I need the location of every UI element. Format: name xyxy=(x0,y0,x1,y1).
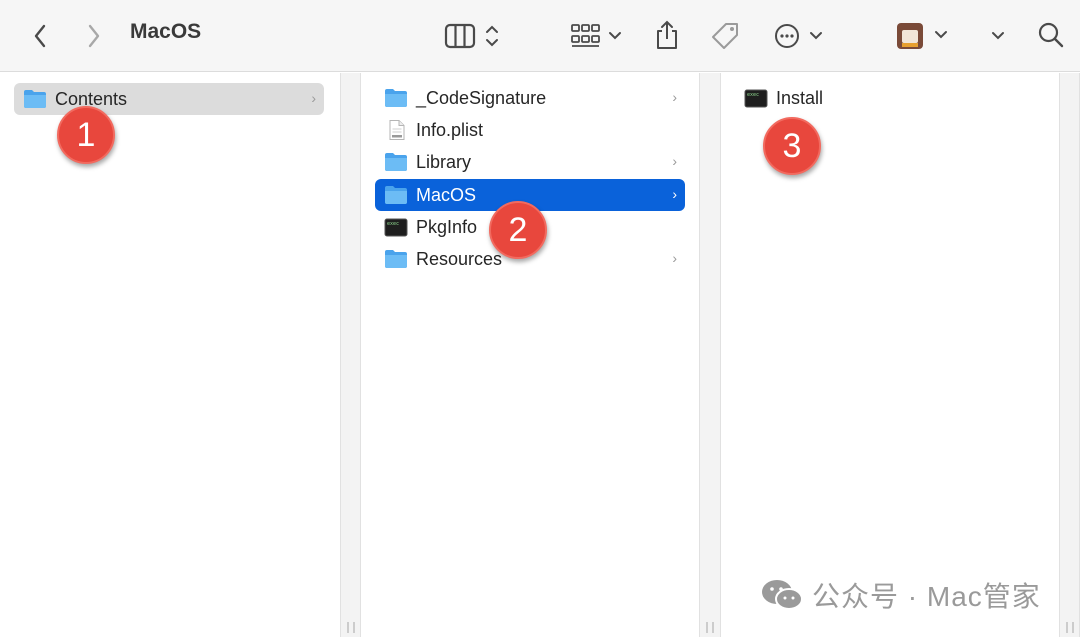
search-icon[interactable] xyxy=(1036,20,1066,50)
terminal-exec-icon: exec xyxy=(744,89,768,108)
forward-icon[interactable] xyxy=(80,22,108,50)
list-item-label: PkgInfo xyxy=(416,216,478,237)
column-1[interactable]: Contents › xyxy=(0,73,340,637)
list-item-contents[interactable]: Contents › xyxy=(14,83,324,115)
watermark: 公众号 · Mac管家 xyxy=(760,575,1041,615)
list-item-codesignature[interactable]: _CodeSignature › xyxy=(375,82,685,114)
resize-handle[interactable] xyxy=(706,622,714,633)
chevron-right-icon: › xyxy=(672,153,677,169)
window-title: MacOS xyxy=(130,20,202,43)
column-divider[interactable] xyxy=(1059,73,1080,637)
chevron-down-icon[interactable] xyxy=(986,24,1010,48)
list-item-label: Info.plist xyxy=(416,119,484,140)
list-item-label: Library xyxy=(416,151,472,172)
svg-text:exec: exec xyxy=(747,92,759,98)
group-icon[interactable] xyxy=(568,21,628,51)
list-item-label: Resources xyxy=(416,248,503,269)
back-icon[interactable] xyxy=(26,22,54,50)
column-2[interactable]: _CodeSignature › Info.plist Library › Ma… xyxy=(361,73,699,637)
tag-icon[interactable] xyxy=(708,20,742,52)
step-badge-2: 2 xyxy=(489,201,547,259)
share-icon[interactable] xyxy=(652,18,682,52)
chevron-right-icon: › xyxy=(672,186,677,202)
list-item-label: MacOS xyxy=(416,184,477,205)
folder-icon xyxy=(385,186,407,204)
chevron-right-icon: › xyxy=(672,250,677,266)
toolbar: MacOS xyxy=(0,0,1080,72)
resize-handle[interactable] xyxy=(1066,622,1073,633)
list-item-install[interactable]: exec Install xyxy=(735,82,1045,114)
folder-icon xyxy=(385,250,407,268)
step-badge-1: 1 xyxy=(57,106,115,164)
terminal-exec-icon: exec xyxy=(384,218,408,237)
list-item-label: _CodeSignature xyxy=(416,87,547,108)
profile-icon[interactable] xyxy=(894,20,954,52)
svg-text:exec: exec xyxy=(387,221,399,227)
column-view-icon[interactable] xyxy=(442,21,506,51)
folder-icon xyxy=(24,90,46,108)
column-divider[interactable] xyxy=(340,73,361,637)
chevron-right-icon: › xyxy=(672,89,677,105)
plist-file-icon xyxy=(389,120,405,140)
column-divider[interactable] xyxy=(699,73,721,637)
resize-handle[interactable] xyxy=(347,622,354,633)
list-item-library[interactable]: Library › xyxy=(375,146,685,178)
step-badge-3: 3 xyxy=(763,117,821,175)
more-icon[interactable] xyxy=(772,21,828,51)
watermark-text: 公众号 · Mac管家 xyxy=(812,581,1041,612)
list-item-label: Install xyxy=(776,87,824,108)
folder-icon xyxy=(385,89,407,107)
list-item-info-plist[interactable]: Info.plist xyxy=(375,114,685,146)
folder-icon xyxy=(385,153,407,171)
wechat-icon xyxy=(762,580,803,610)
chevron-right-icon: › xyxy=(311,90,316,106)
